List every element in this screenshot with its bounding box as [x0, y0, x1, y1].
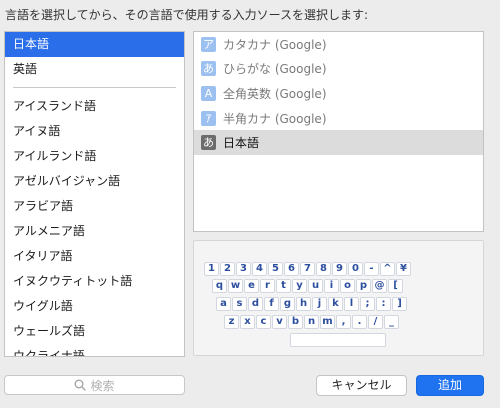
- language-item[interactable]: アイルランド語: [5, 144, 184, 169]
- keyboard-key: 4: [252, 262, 267, 276]
- keyboard-key: 2: [220, 262, 235, 276]
- language-item[interactable]: アイヌ語: [5, 119, 184, 144]
- keyboard-key: .: [352, 315, 367, 329]
- keyboard-key: m: [320, 315, 335, 329]
- language-item[interactable]: アラビア語: [5, 194, 184, 219]
- language-list[interactable]: 日本語 英語 アイスランド語 アイヌ語 アイルランド語 アゼルバイジャン語 アラビア語ア…: [4, 31, 185, 357]
- keyboard-key: ,: [336, 315, 351, 329]
- fullwidth-alnum-icon: A: [201, 85, 216, 101]
- keyboard-key: 5: [268, 262, 283, 276]
- input-source-item[interactable]: A 全角英数 (Google): [194, 81, 483, 106]
- keyboard-key: i: [324, 279, 339, 293]
- keyboard-key: n: [304, 315, 319, 329]
- keyboard-preview: 1 2 3 4 5 6 7 8 9 0- ^ ¥ q w e r t y u i o p @[ a s d f g h j k l;:] z x c…: [193, 240, 484, 356]
- keyboard-key: @: [372, 279, 387, 293]
- search-placeholder: 検索: [90, 378, 115, 393]
- cancel-button[interactable]: キャンセル: [316, 375, 407, 396]
- keyboard-row: 1 2 3 4 5 6 7 8 9 0- ^ ¥: [204, 262, 412, 276]
- input-source-label: ひらがな (Google): [223, 62, 327, 77]
- keyboard-key: a: [216, 297, 231, 311]
- input-source-label: 半角カナ (Google): [223, 111, 327, 126]
- keyboard-key: d: [248, 297, 263, 311]
- keyboard-key: l: [344, 297, 359, 311]
- language-item-japanese[interactable]: 日本語: [5, 32, 184, 57]
- input-source-item[interactable]: あ日本語: [194, 130, 483, 155]
- search-icon: [74, 379, 87, 391]
- keyboard-key: 6: [284, 262, 299, 276]
- keyboard-key: k: [328, 297, 343, 311]
- keyboard-key: q: [212, 279, 227, 293]
- keyboard-key: ;: [360, 297, 375, 311]
- keyboard-key: 1: [204, 262, 219, 276]
- keyboard-key: :: [376, 297, 391, 311]
- keyboard-key: s: [232, 297, 247, 311]
- input-source-item[interactable]: あひらがな (Google): [194, 57, 483, 82]
- input-source-label: カタカナ (Google): [223, 37, 327, 52]
- language-item[interactable]: ウェールズ語: [5, 319, 184, 344]
- search-field[interactable]: 検索: [4, 375, 185, 395]
- input-source-label: 全角英数 (Google): [223, 86, 327, 101]
- keyboard-row: z x c v b n m,. / _: [224, 315, 400, 329]
- keyboard-key: /: [368, 315, 383, 329]
- halfwidth-kana-icon: ｱ: [201, 110, 216, 126]
- keyboard-key: f: [264, 297, 279, 311]
- keyboard-key: v: [272, 315, 287, 329]
- keyboard-key: 0: [348, 262, 363, 276]
- keyboard-key: ]: [392, 297, 407, 311]
- keyboard-key: 7: [300, 262, 315, 276]
- space-key: [290, 333, 386, 347]
- keyboard-key: r: [260, 279, 275, 293]
- keyboard-key: z: [224, 315, 239, 329]
- input-source-item[interactable]: アカタカナ (Google): [194, 32, 483, 57]
- keyboard-key: u: [308, 279, 323, 293]
- keyboard-row: [290, 333, 387, 347]
- language-item[interactable]: イタリア語: [5, 244, 184, 269]
- hiragana-icon: あ: [201, 61, 216, 77]
- keyboard-key: 9: [332, 262, 347, 276]
- keyboard-key: j: [312, 297, 327, 311]
- input-source-label: 日本語: [223, 136, 260, 151]
- keyboard-key: 8: [316, 262, 331, 276]
- language-item[interactable]: イヌクウティトット語: [5, 269, 184, 294]
- keyboard-key: e: [244, 279, 259, 293]
- keyboard-key: o: [340, 279, 355, 293]
- keyboard-key: p: [356, 279, 371, 293]
- keyboard-key: c: [256, 315, 271, 329]
- language-item[interactable]: アゼルバイジャン語: [5, 169, 184, 194]
- input-source-list[interactable]: アカタカナ (Google) あひらがな (Google) A 全角英数 (Googl…: [193, 31, 484, 232]
- keyboard-key: ¥: [396, 262, 411, 276]
- katakana-icon: ア: [201, 36, 216, 52]
- keyboard-key: 3: [236, 262, 251, 276]
- language-item[interactable]: ウイグル語: [5, 294, 184, 319]
- keyboard-key: y: [292, 279, 307, 293]
- keyboard-key: -: [364, 262, 379, 276]
- add-button[interactable]: 追加: [416, 375, 484, 396]
- language-item[interactable]: ウクライナ語: [5, 344, 184, 356]
- keyboard-key: x: [240, 315, 255, 329]
- list-divider: [13, 87, 176, 88]
- keyboard-key: g: [280, 297, 295, 311]
- input-source-item[interactable]: ｱ 半角カナ (Google): [194, 106, 483, 131]
- keyboard-row: a s d f g h j k l;:]: [216, 297, 408, 311]
- keyboard-key: [: [388, 279, 403, 293]
- keyboard-key: t: [276, 279, 291, 293]
- japanese-icon: あ: [201, 135, 216, 151]
- instruction-text: 言語を選択してから、その言語で使用する入力ソースを選択します:: [5, 8, 369, 22]
- keyboard-key: b: [288, 315, 303, 329]
- language-item-english[interactable]: 英語: [5, 57, 184, 82]
- keyboard-key: w: [228, 279, 243, 293]
- keyboard-key: ^: [380, 262, 395, 276]
- language-item[interactable]: アルメニア語: [5, 219, 184, 244]
- keyboard-row: q w e r t y u i o p @[: [212, 279, 404, 293]
- keyboard-key: _: [384, 315, 399, 329]
- language-item[interactable]: アイスランド語: [5, 94, 184, 119]
- keyboard-key: h: [296, 297, 311, 311]
